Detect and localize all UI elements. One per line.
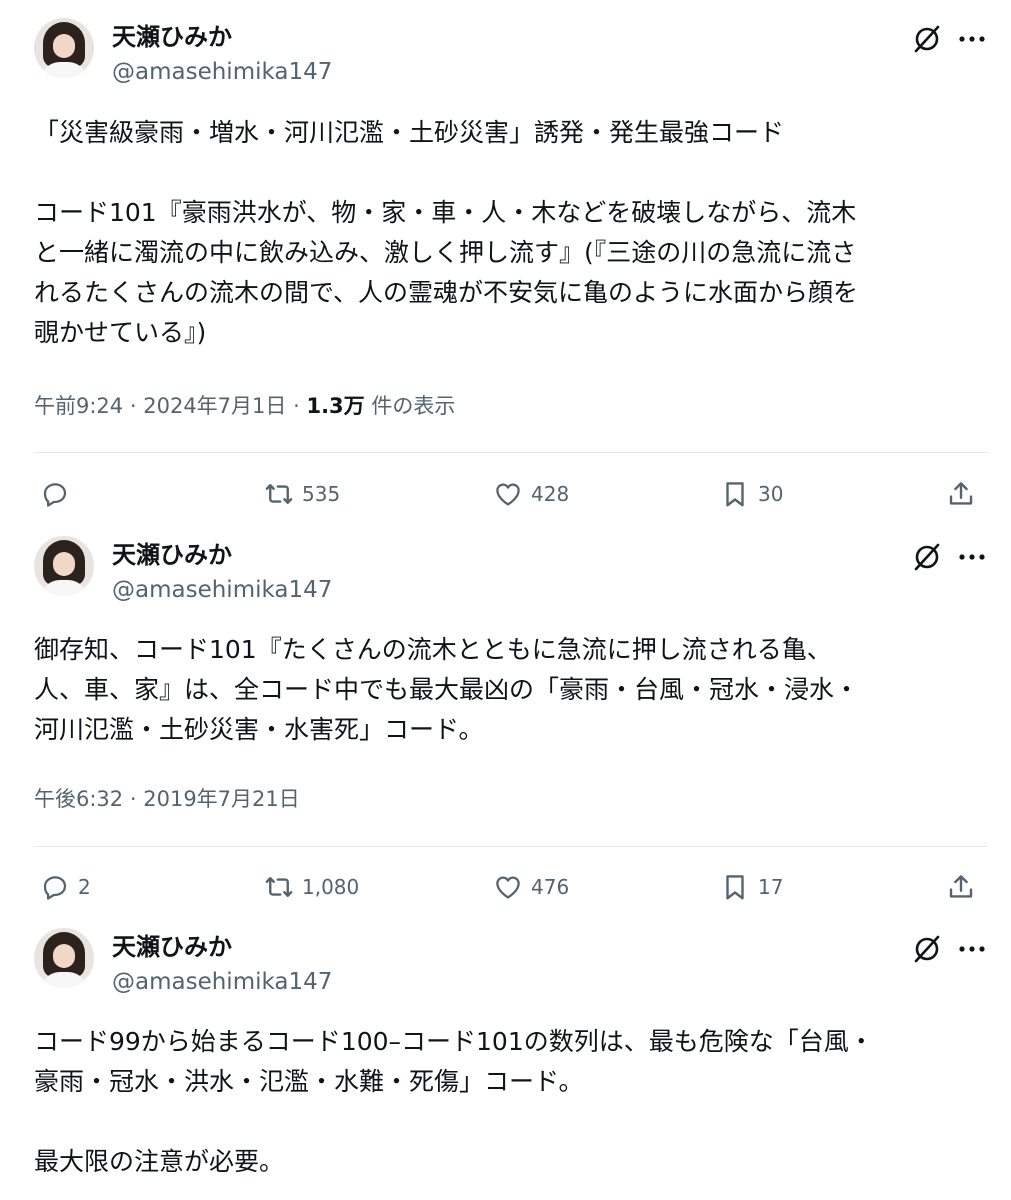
more-dots-icon[interactable]	[955, 934, 989, 964]
display-name[interactable]: 天瀬ひみか	[112, 932, 232, 962]
like-icon	[496, 876, 520, 899]
retweet-button[interactable]: 535	[264, 477, 340, 511]
share-button[interactable]	[946, 477, 976, 511]
divider	[34, 452, 987, 453]
retweet-button[interactable]: 1,080	[264, 870, 359, 904]
tweet-text: コード99から始まるコード100–コード101の数列は、最も危険な「台風・ 豪雨…	[34, 1027, 874, 1176]
bookmark-icon	[726, 875, 744, 900]
avatar[interactable]	[34, 18, 94, 78]
username[interactable]: @amasehimika147	[112, 575, 332, 605]
more-dots-icon[interactable]	[955, 542, 989, 572]
retweet-count: 1,080	[302, 875, 360, 899]
more-dots-icon[interactable]	[955, 24, 989, 54]
like-button[interactable]: 428	[493, 477, 569, 511]
tweet-time[interactable]: 午後6:32	[34, 787, 123, 811]
like-icon	[496, 483, 520, 506]
view-label: 件の表示	[371, 394, 456, 418]
share-icon	[949, 482, 973, 505]
meta-separator: ·	[293, 394, 300, 418]
reply-button[interactable]	[40, 477, 78, 511]
username[interactable]: @amasehimika147	[112, 57, 332, 87]
tweet-text: 「災害級豪雨・増水・河川氾濫・土砂災害」誘発・発生最強コード コード101『豪雨…	[34, 118, 859, 347]
reply-button[interactable]: 2	[40, 870, 91, 904]
reply-count: 2	[78, 875, 91, 899]
view-count[interactable]: 1.3万	[306, 394, 364, 418]
tweet-time[interactable]: 午前9:24	[34, 394, 123, 418]
divider	[34, 846, 987, 847]
bookmark-button[interactable]: 17	[720, 870, 783, 904]
like-count: 476	[531, 875, 570, 899]
tweet-date[interactable]: 2019年7月21日	[143, 787, 300, 811]
like-count: 428	[531, 482, 570, 506]
grok-icon[interactable]	[912, 542, 942, 572]
bookmark-count: 17	[758, 875, 784, 899]
retweet-icon	[265, 484, 293, 504]
tweet-text: 御存知、コード101『たくさんの流木とともに急流に押し流される亀、 人、車、家』…	[34, 635, 860, 744]
tweet-meta: 午前9:24 · 2024年7月1日 · 1.3万 件の表示	[34, 391, 455, 421]
avatar[interactable]	[34, 928, 94, 988]
display-name[interactable]: 天瀬ひみか	[112, 22, 232, 52]
avatar[interactable]	[34, 536, 94, 596]
reply-icon	[43, 876, 67, 900]
tweet-meta: 午後6:32 · 2019年7月21日	[34, 784, 300, 814]
grok-icon[interactable]	[912, 934, 942, 964]
display-name[interactable]: 天瀬ひみか	[112, 540, 232, 570]
bookmark-button[interactable]: 30	[720, 477, 783, 511]
meta-separator: ·	[129, 787, 137, 811]
reply-icon	[43, 483, 67, 507]
username[interactable]: @amasehimika147	[112, 967, 332, 997]
like-button[interactable]: 476	[493, 870, 569, 904]
retweet-count: 535	[302, 482, 341, 506]
grok-icon[interactable]	[912, 24, 942, 54]
tweet-date[interactable]: 2024年7月1日	[143, 394, 286, 418]
bookmark-count: 30	[758, 482, 784, 506]
retweet-icon	[265, 877, 293, 897]
meta-separator: ·	[129, 394, 137, 418]
bookmark-icon	[726, 482, 744, 507]
share-icon	[949, 875, 973, 898]
share-button[interactable]	[946, 870, 976, 904]
